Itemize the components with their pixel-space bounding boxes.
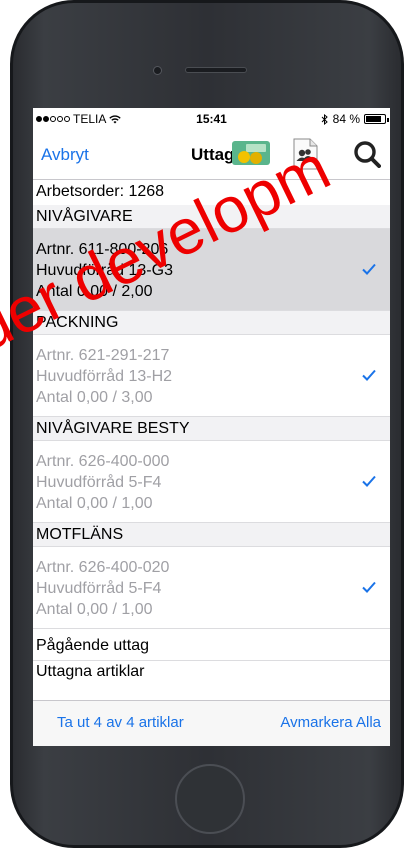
item-location: Huvudförråd 5-F4 [36,474,162,491]
item-artnr: Artnr. 621-291-217 [36,347,170,364]
front-camera [153,66,162,75]
item-location: Huvudförråd 5-F4 [36,580,162,597]
article-list: Arbetsorder: 1268 NIVÅGIVARE Artnr. 611-… [33,181,390,685]
contacts-icon[interactable] [292,138,318,170]
item-artnr: Artnr. 626-400-020 [36,559,170,576]
navigation-bar: Avbryt Uttag [33,128,390,180]
item-artnr: Artnr. 611-800-206 [36,241,169,258]
bluetooth-icon [321,113,328,125]
cancel-button[interactable]: Avbryt [41,145,89,165]
checkmark-icon [362,369,376,381]
bottom-toolbar: Ta ut 4 av 4 artiklar Avmarkera Alla [33,700,390,746]
list-item[interactable]: Artnr. 626-400-020 Huvudförråd 5-F4 Anta… [33,547,390,629]
pending-withdrawals-row[interactable]: Pågående uttag [33,629,390,661]
take-articles-button[interactable]: Ta ut 4 av 4 artiklar [57,714,184,731]
list-item[interactable]: Artnr. 611-800-206 Huvudförråd 13-G3 Ant… [33,229,390,311]
checkmark-icon [362,263,376,275]
list-item[interactable]: Artnr. 621-291-217 Huvudförråd 13-H2 Ant… [33,335,390,417]
battery-icon [364,114,389,124]
section-header: NIVÅGIVARE BESTY [33,417,390,441]
app-screen: TELIA 15:41 84 % Avbryt Uttag Arbetsorde… [33,108,390,746]
item-quantity: Antal 0,00 / 2,00 [36,283,153,300]
battery-level [366,116,381,122]
list-item[interactable]: Artnr. 626-400-000 Huvudförråd 5-F4 Anta… [33,441,390,523]
order-number: Arbetsorder: 1268 [36,183,165,200]
home-button[interactable] [175,764,245,834]
section-header: MOTFLÄNS [33,523,390,547]
item-location: Huvudförråd 13-G3 [36,262,173,279]
status-bar: TELIA 15:41 84 % [33,108,390,128]
search-icon[interactable] [353,140,381,168]
battery-percent: 84 % [332,112,360,126]
item-quantity: Antal 0,00 / 3,00 [36,389,153,406]
checkmark-icon [362,475,376,487]
item-location: Huvudförråd 13-H2 [36,368,173,385]
item-artnr: Artnr. 626-400-000 [36,453,170,470]
item-quantity: Antal 0,00 / 1,00 [36,601,153,618]
page-title: Uttag [191,145,235,164]
checkmark-icon [362,581,376,593]
status-right: 84 % [321,112,389,126]
taken-articles-row[interactable]: Uttagna artiklar [33,661,390,685]
section-header: NIVÅGIVARE [33,205,390,229]
money-logo-icon [232,141,270,165]
deselect-all-button[interactable]: Avmarkera Alla [280,714,381,731]
earpiece-speaker [185,67,247,73]
phone-top-bezel [13,3,401,111]
item-quantity: Antal 0,00 / 1,00 [36,495,153,512]
section-header: PACKNING [33,311,390,335]
